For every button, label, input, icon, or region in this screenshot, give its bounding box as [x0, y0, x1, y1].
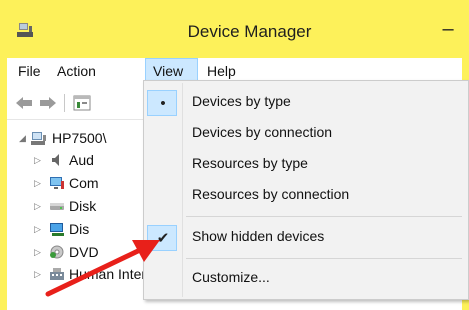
toolbar-separator	[64, 94, 65, 112]
back-arrow-icon[interactable]	[14, 95, 34, 111]
radio-selected-box: •	[147, 90, 177, 116]
menu-action[interactable]: Action	[50, 58, 103, 85]
properties-icon[interactable]	[72, 95, 92, 111]
disk-drive-icon	[49, 198, 65, 214]
menu-item-devices-by-connection[interactable]: Devices by connection	[146, 120, 466, 148]
title-bar[interactable]: Device Manager –	[7, 5, 462, 58]
menu-separator	[186, 258, 462, 259]
menu-item-label: Resources by type	[192, 155, 308, 171]
menu-item-label: Devices by type	[192, 93, 291, 109]
tree-item-disk[interactable]: ▷ Disk	[7, 195, 157, 217]
menu-item-resources-by-connection[interactable]: Resources by connection	[146, 182, 466, 210]
menu-item-label: Resources by connection	[192, 186, 350, 202]
window-title: Device Manager	[187, 22, 312, 41]
collapse-triangle-icon[interactable]: ◢	[19, 127, 26, 149]
menu-item-show-hidden-devices[interactable]: ✔ Show hidden devices	[146, 224, 466, 252]
computer-icon	[31, 130, 47, 146]
menu-item-resources-by-type[interactable]: Resources by type	[146, 151, 466, 179]
menu-item-customize[interactable]: Customize...	[146, 265, 466, 293]
tree-item-audio[interactable]: ▷ Aud	[7, 149, 157, 171]
tree-item-computer[interactable]: ▷ Com	[7, 172, 157, 194]
tree-item-label: Disk	[69, 198, 97, 214]
minimize-button[interactable]: –	[434, 18, 462, 44]
expand-triangle-icon[interactable]: ▷	[34, 172, 41, 194]
annotation-arrow-icon	[45, 240, 160, 297]
view-dropdown-menu: • Devices by type Devices by connection …	[143, 80, 469, 300]
menu-item-label: Devices by connection	[192, 124, 333, 140]
audio-icon	[49, 152, 65, 168]
tree-root-row[interactable]: ◢ HP7500\	[7, 127, 157, 149]
radio-dot-icon: •	[160, 95, 166, 112]
menu-file[interactable]: File	[11, 58, 48, 85]
menu-item-label: Show hidden devices	[192, 228, 325, 244]
expand-triangle-icon[interactable]: ▷	[34, 149, 41, 171]
menu-item-label: Customize...	[192, 269, 270, 285]
tree-item-label: Com	[69, 175, 99, 191]
tree-item-label: Aud	[69, 152, 94, 168]
menu-item-devices-by-type[interactable]: • Devices by type	[146, 89, 466, 117]
forward-arrow-icon[interactable]	[38, 95, 58, 111]
tree-root-label: HP7500\	[52, 130, 107, 146]
menu-separator	[186, 216, 462, 217]
expand-triangle-icon[interactable]: ▷	[34, 195, 41, 217]
computer-icon	[49, 175, 65, 191]
